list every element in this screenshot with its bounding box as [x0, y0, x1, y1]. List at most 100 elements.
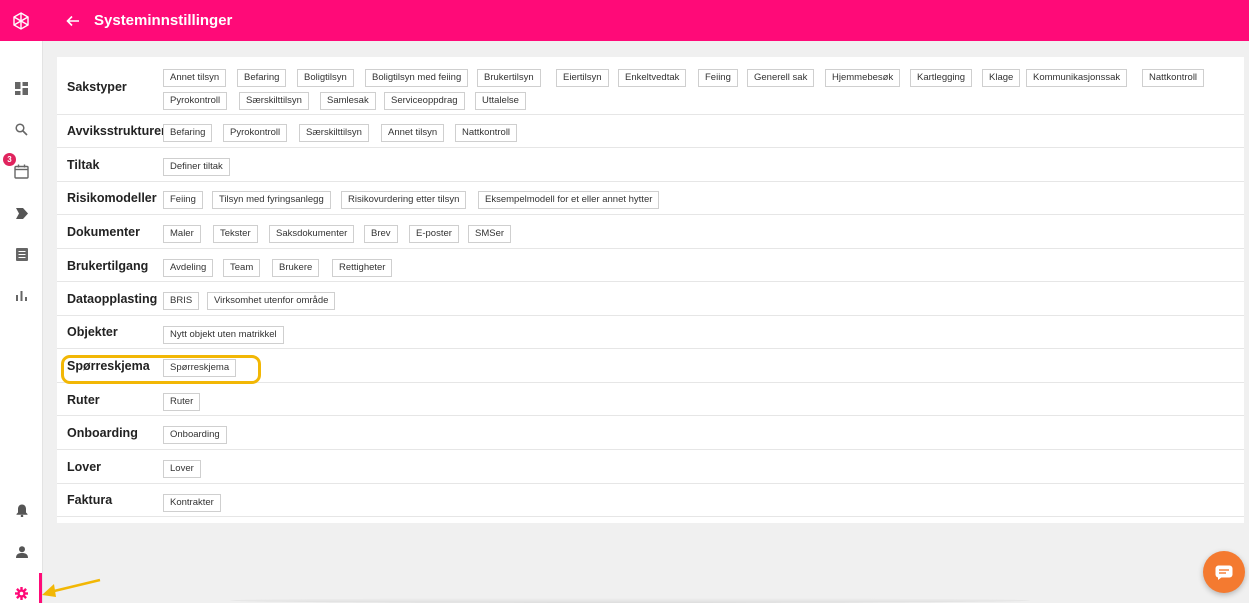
dashboard-icon	[15, 81, 28, 95]
section-label: Dokumenter	[67, 225, 140, 239]
chat-button[interactable]	[1203, 551, 1245, 593]
option-chip[interactable]: Lover	[163, 460, 201, 478]
bell-icon	[16, 504, 27, 517]
sidebar-item-notifications[interactable]	[0, 495, 43, 525]
calendar-icon	[14, 164, 29, 179]
option-chip[interactable]: Samlesak	[320, 92, 376, 110]
option-chip[interactable]: Brev	[364, 225, 398, 243]
section-label: Ruter	[67, 393, 100, 407]
option-chip[interactable]: Kartlegging	[910, 69, 973, 87]
snowflake-logo-icon[interactable]	[0, 0, 42, 41]
section-row: Faktura Kontrakter	[57, 484, 1244, 517]
page-title: Systeminnstillinger	[94, 12, 233, 29]
sidebar-item-statistics[interactable]	[0, 281, 43, 311]
option-chip[interactable]: Tekster	[213, 225, 258, 243]
section-row: Avviksstrukturer Befaring Pyrokontroll S…	[57, 115, 1244, 148]
bar-chart-icon	[16, 291, 27, 301]
option-chip[interactable]: Pyrokontroll	[223, 124, 288, 142]
option-chip[interactable]: Ruter	[163, 393, 201, 411]
option-chip[interactable]: Nattkontroll	[455, 124, 518, 142]
back-button[interactable]	[66, 14, 80, 28]
option-chip[interactable]: Saksdokumenter	[269, 225, 355, 243]
section-row: Dataopplasting BRIS Virksomhet utenfor o…	[57, 282, 1244, 316]
top-bar: Systeminnstillinger	[0, 0, 1249, 41]
option-chip[interactable]: Boligtilsyn	[297, 69, 354, 87]
sidebar-item-documents[interactable]	[0, 239, 43, 269]
bottom-shadow	[230, 598, 1030, 603]
option-chip[interactable]: Annet tilsyn	[381, 124, 445, 142]
section-row: Sakstyper Annet tilsyn Befaring Boligtil…	[57, 57, 1244, 115]
section-label: Avviksstrukturer	[67, 124, 166, 138]
annotation-highlight	[61, 355, 261, 384]
option-chip[interactable]: Brukertilsyn	[477, 69, 541, 87]
option-chip[interactable]: Definer tiltak	[163, 158, 230, 176]
option-chip[interactable]: Generell sak	[747, 69, 815, 87]
option-chip[interactable]: Feiing	[698, 69, 738, 87]
gear-icon	[15, 586, 28, 600]
section-label: Faktura	[67, 493, 113, 507]
section-label: Onboarding	[67, 426, 138, 440]
option-chip[interactable]: Hjemmebesøk	[825, 69, 901, 87]
chat-icon	[1215, 565, 1233, 580]
section-row: Brukertilgang Avdeling Team Brukere Rett…	[57, 249, 1244, 282]
sidebar-item-profile[interactable]	[0, 537, 43, 567]
option-chip[interactable]: BRIS	[163, 292, 200, 310]
option-chip[interactable]: Rettigheter	[332, 259, 393, 277]
sidebar-item-tags[interactable]	[0, 198, 43, 228]
arrow-left-icon	[66, 15, 79, 26]
annotation-arrow	[42, 578, 101, 597]
option-chip[interactable]: Pyrokontroll	[163, 92, 228, 110]
option-chip[interactable]: Klage	[982, 69, 1021, 87]
option-chip[interactable]: Befaring	[163, 124, 213, 142]
option-chip[interactable]: Befaring	[237, 69, 287, 87]
sidebar: 3	[0, 41, 43, 603]
option-chip[interactable]: Team	[223, 259, 261, 277]
option-chip[interactable]: Brukere	[272, 259, 320, 277]
option-chip[interactable]: Annet tilsyn	[163, 69, 227, 87]
document-icon	[15, 247, 28, 261]
settings-card: Sakstyper Annet tilsyn Befaring Boligtil…	[57, 57, 1244, 523]
option-chip[interactable]: Risikovurdering etter tilsyn	[341, 191, 467, 209]
section-label: Brukertilgang	[67, 259, 149, 273]
option-chip[interactable]: Onboarding	[163, 426, 227, 444]
option-chip[interactable]: Uttalelse	[475, 92, 526, 110]
option-chip[interactable]: Boligtilsyn med feiing	[365, 69, 469, 87]
option-chip[interactable]: Feiing	[163, 191, 203, 209]
notification-badge: 3	[3, 153, 16, 166]
section-label: Sakstyper	[67, 80, 127, 94]
option-chip[interactable]: Kontrakter	[163, 494, 221, 512]
section-label: Objekter	[67, 325, 118, 339]
option-chip[interactable]: Eksempelmodell for et eller annet hytter	[478, 191, 660, 209]
section-label: Dataopplasting	[67, 292, 158, 306]
option-chip[interactable]: Nattkontroll	[1142, 69, 1205, 87]
option-chip[interactable]: Serviceoppdrag	[384, 92, 465, 110]
user-icon	[15, 546, 28, 558]
tag-icon	[15, 207, 28, 219]
option-chip[interactable]: Særskilttilsyn	[299, 124, 369, 142]
option-chip[interactable]: Virksomhet utenfor område	[207, 292, 336, 310]
sidebar-item-settings[interactable]	[0, 578, 43, 603]
section-row: Risikomodeller Feiing Tilsyn med fyrings…	[57, 182, 1244, 215]
option-chip[interactable]: Eiertilsyn	[556, 69, 609, 87]
option-chip[interactable]: Maler	[163, 225, 201, 243]
section-row: Dokumenter Maler Tekster Saksdokumenter …	[57, 215, 1244, 249]
section-row: Lover Lover	[57, 450, 1244, 484]
section-row: Ruter Ruter	[57, 383, 1244, 416]
option-chip[interactable]: SMSer	[468, 225, 512, 243]
option-chip[interactable]: Nytt objekt uten matrikkel	[163, 326, 284, 344]
option-chip[interactable]: Tilsyn med fyringsanlegg	[212, 191, 331, 209]
option-chip[interactable]: Kommunikasjonssak	[1026, 69, 1128, 87]
section-row: Tiltak Definer tiltak	[57, 148, 1244, 182]
search-icon	[15, 122, 28, 136]
sidebar-item-calendar[interactable]: 3	[0, 153, 43, 186]
option-chip[interactable]: Enkeltvedtak	[618, 69, 687, 87]
sidebar-item-dashboard[interactable]	[0, 73, 43, 103]
option-chip[interactable]: Særskilttilsyn	[239, 92, 309, 110]
option-chip[interactable]: E-poster	[409, 225, 459, 243]
option-chip[interactable]: Avdeling	[163, 259, 214, 277]
sidebar-item-search[interactable]	[0, 114, 43, 144]
section-label: Risikomodeller	[67, 191, 157, 205]
section-label: Tiltak	[67, 158, 100, 172]
section-label: Lover	[67, 460, 102, 474]
section-row: Onboarding Onboarding	[57, 416, 1244, 450]
